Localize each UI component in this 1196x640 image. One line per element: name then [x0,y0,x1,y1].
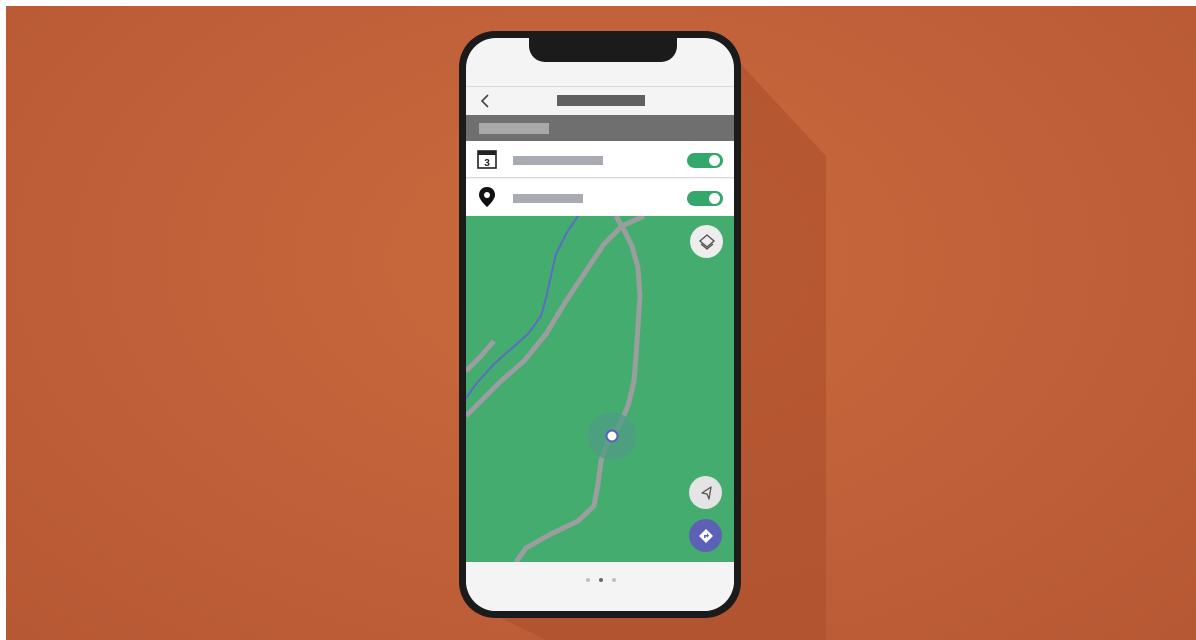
map-canvas [466,216,646,562]
chevron-left-icon [480,94,489,108]
page-indicator [586,576,616,584]
settings-row-label-placeholder [513,156,603,165]
directions-icon [698,528,713,543]
page-dot[interactable] [612,578,616,582]
phone-frame: 3 [459,31,741,618]
calendar-icon: 3 [477,150,497,169]
calendar-toggle[interactable] [687,153,723,168]
locate-arrow-icon [700,485,712,500]
page-title-placeholder [557,95,645,106]
page-dot-active[interactable] [599,578,603,582]
map-layers-button[interactable] [690,225,723,258]
map-view[interactable] [466,216,734,562]
phone-notch [529,38,677,62]
section-header [466,115,734,141]
directions-button[interactable] [689,519,722,552]
toggle-knob [709,193,720,204]
map-road [466,216,646,418]
location-toggle[interactable] [687,191,723,206]
section-header-label-placeholder [479,123,549,134]
calendar-day-number: 3 [484,158,490,169]
phone-screen: 3 [466,38,734,611]
settings-row-location [466,179,734,215]
bottom-bar [466,562,734,611]
location-pin-icon [479,187,495,207]
layers-icon [698,233,715,250]
settings-row-calendar: 3 [466,141,734,178]
current-location-marker [605,429,619,443]
settings-row-label-placeholder [513,194,583,203]
navigation-bar [466,86,734,115]
page-dot[interactable] [586,578,590,582]
scene-background: 3 [6,6,1196,640]
recenter-location-button[interactable] [689,476,722,509]
map-road [513,216,643,562]
back-button[interactable] [474,90,496,112]
map-road [466,339,496,373]
toggle-knob [709,155,720,166]
